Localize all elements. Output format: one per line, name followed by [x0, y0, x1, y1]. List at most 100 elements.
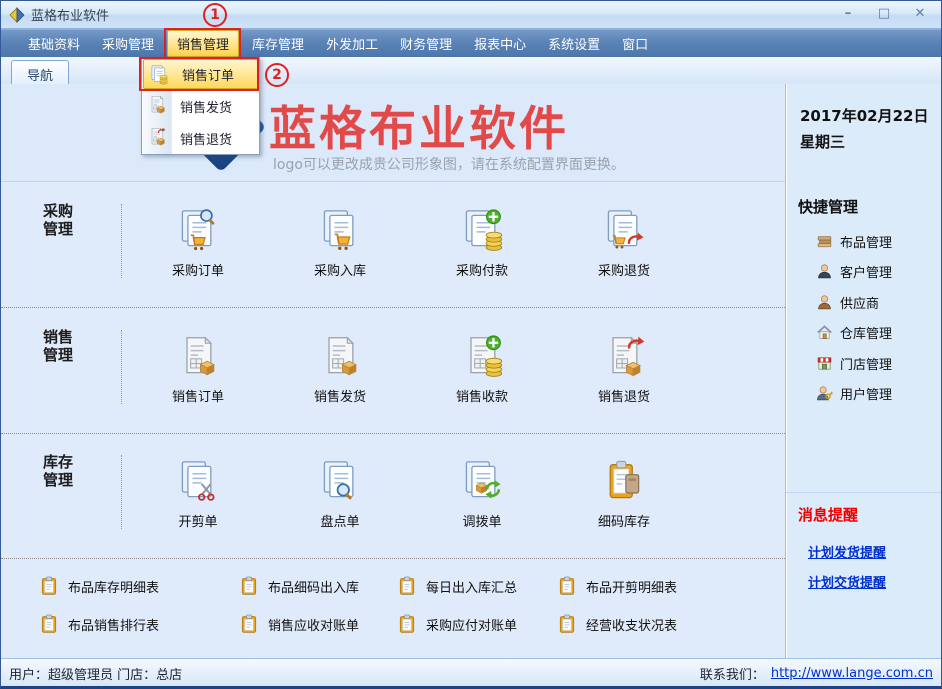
reports-section: 布品库存明细表 布品细码出入库 每日出入库汇总 布品开剪明细表 布品销售排行表 …	[1, 558, 785, 658]
title-bar: 蓝格布业软件 – □ ✕	[1, 1, 941, 29]
dropdown-item-sales-order[interactable]: 销售订单	[143, 59, 258, 89]
report-clipboard-icon	[39, 576, 59, 596]
menu-finance[interactable]: 财务管理	[391, 30, 461, 57]
dropdown-item-label: 销售发货	[180, 97, 232, 116]
menu-window[interactable]: 窗口	[613, 30, 657, 57]
sidebar-item-label: 供应商	[840, 293, 879, 312]
message-reminder-title: 消息提醒	[798, 504, 858, 525]
supplier-icon	[816, 294, 833, 311]
launcher-label: 采购付款	[456, 260, 508, 279]
menu-basic-data[interactable]: 基础资料	[19, 30, 89, 57]
report-code-inout[interactable]: 布品细码出入库	[239, 573, 359, 599]
sidebar-item-store[interactable]: 门店管理	[816, 351, 892, 375]
sales-row: 销售管理 销售订单 销售发货 销售收款 销售退货	[1, 308, 785, 434]
sales-receipt-icon	[459, 335, 505, 379]
row-divider	[121, 455, 122, 529]
report-label: 布品细码出入库	[268, 577, 359, 596]
launcher-label: 销售发货	[314, 386, 366, 405]
report-sales-ranking[interactable]: 布品销售排行表	[39, 611, 159, 637]
launcher-purchase-in[interactable]: 采购入库	[269, 182, 411, 307]
warehouse-icon	[816, 324, 833, 341]
maximize-button[interactable]: □	[873, 5, 895, 23]
app-window: 蓝格布业软件 – □ ✕ 基础资料 采购管理 销售管理 库存管理 外发加工 财务…	[0, 0, 942, 689]
report-clipboard-icon	[239, 614, 259, 634]
dropdown-item-sales-return[interactable]: 销售退货	[142, 122, 259, 154]
sidebar: 2017年02月22日 星期三 快捷管理 布品管理 客户管理 供应商 仓库管理 …	[785, 84, 942, 658]
sidebar-item-fabric[interactable]: 布品管理	[816, 229, 892, 253]
launcher-label: 销售订单	[172, 386, 224, 405]
purchase-return-icon	[601, 209, 647, 253]
link-handover-plan-reminder[interactable]: 计划交货提醒	[808, 572, 886, 591]
row-divider	[121, 330, 122, 404]
stocktake-icon	[317, 460, 363, 504]
sidebar-item-supplier[interactable]: 供应商	[816, 290, 879, 314]
report-clipboard-icon	[557, 614, 577, 634]
report-label: 布品库存明细表	[68, 577, 159, 596]
report-payable[interactable]: 采购应付对账单	[397, 611, 517, 637]
launcher-label: 销售收款	[456, 386, 508, 405]
dropdown-item-label: 销售退货	[180, 129, 232, 148]
launcher-label: 开剪单	[178, 511, 217, 530]
launcher-sales-order[interactable]: 销售订单	[127, 308, 269, 433]
launcher-purchase-order[interactable]: 采购订单	[127, 182, 269, 307]
report-profit-status[interactable]: 经营收支状况表	[557, 611, 677, 637]
sales-delivery-icon	[317, 335, 363, 379]
sidebar-item-warehouse[interactable]: 仓库管理	[816, 320, 892, 344]
dropdown-item-label: 销售订单	[182, 65, 234, 84]
launcher-cutting-order[interactable]: 开剪单	[127, 433, 269, 558]
launcher-label: 销售退货	[598, 386, 650, 405]
report-clipboard-icon	[397, 614, 417, 634]
link-delivery-plan-reminder[interactable]: 计划发货提醒	[808, 542, 886, 561]
menu-purchase[interactable]: 采购管理	[93, 30, 163, 57]
launcher-sales-return[interactable]: 销售退货	[553, 308, 695, 433]
report-stock-detail[interactable]: 布品库存明细表	[39, 573, 159, 599]
dropdown-item-sales-delivery[interactable]: 销售发货	[142, 90, 259, 122]
sales-delivery-icon	[147, 95, 167, 115]
transfer-icon	[459, 460, 505, 504]
app-logo-icon	[9, 7, 25, 23]
launcher-sales-receipt[interactable]: 销售收款	[411, 308, 553, 433]
sidebar-item-user[interactable]: 用户管理	[816, 381, 892, 405]
launcher-stocktake-order[interactable]: 盘点单	[269, 433, 411, 558]
launcher-label: 调拨单	[462, 511, 501, 530]
menu-bar: 基础资料 采购管理 销售管理 库存管理 外发加工 财务管理 报表中心 系统设置 …	[1, 29, 941, 57]
menu-settings[interactable]: 系统设置	[539, 30, 609, 57]
sidebar-item-label: 门店管理	[840, 354, 892, 373]
cutting-order-icon	[175, 460, 221, 504]
row-divider	[121, 204, 122, 278]
menu-outsourcing[interactable]: 外发加工	[317, 30, 387, 57]
minimize-button[interactable]: –	[837, 5, 859, 23]
sidebar-item-customer[interactable]: 客户管理	[816, 259, 892, 283]
report-receivable[interactable]: 销售应收对账单	[239, 611, 359, 637]
sales-row-label: 销售管理	[43, 328, 73, 364]
report-daily-summary[interactable]: 每日出入库汇总	[397, 573, 517, 599]
annotation-step-2: 2	[265, 63, 289, 87]
window-title: 蓝格布业软件	[31, 5, 109, 24]
website-link[interactable]: http://www.lange.com.cn	[771, 666, 933, 681]
close-button[interactable]: ✕	[909, 5, 931, 23]
sales-return-icon	[601, 335, 647, 379]
date-text: 2017年02月22日	[800, 105, 929, 126]
menu-inventory[interactable]: 库存管理	[243, 30, 313, 57]
launcher-purchase-payment[interactable]: 采购付款	[411, 182, 553, 307]
launcher-label: 细码库存	[598, 511, 650, 530]
sales-order-icon	[175, 335, 221, 379]
launcher-detail-stock[interactable]: 细码库存	[553, 433, 695, 558]
sidebar-item-label: 客户管理	[840, 262, 892, 281]
sidebar-item-label: 用户管理	[840, 384, 892, 403]
report-label: 经营收支状况表	[586, 615, 677, 634]
status-user-info: 用户：超级管理员 门店：总店	[9, 664, 182, 683]
quick-manage-title: 快捷管理	[798, 196, 858, 217]
launcher-sales-delivery[interactable]: 销售发货	[269, 308, 411, 433]
menu-reports[interactable]: 报表中心	[465, 30, 535, 57]
report-cutting-detail[interactable]: 布品开剪明细表	[557, 573, 677, 599]
purchase-order-icon	[175, 209, 221, 253]
report-clipboard-icon	[39, 614, 59, 634]
menu-sales[interactable]: 销售管理	[167, 30, 239, 57]
weekday-text: 星期三	[800, 131, 845, 152]
header-banner: 蓝格布业软件 logo可以更改成贵公司形象图，请在系统配置界面更换。	[1, 84, 785, 182]
report-clipboard-icon	[557, 576, 577, 596]
launcher-purchase-return[interactable]: 采购退货	[553, 182, 695, 307]
report-clipboard-icon	[397, 576, 417, 596]
launcher-transfer-order[interactable]: 调拨单	[411, 433, 553, 558]
